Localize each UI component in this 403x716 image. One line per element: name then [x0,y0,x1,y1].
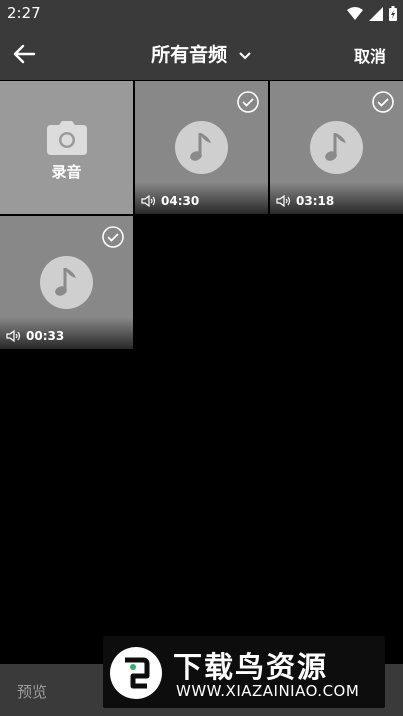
audio-thumbnail [175,121,228,174]
app-bar: 所有音频 取消 [0,28,403,80]
tile-footer: 00:33 [0,317,133,349]
music-note-icon [54,267,76,296]
album-selector[interactable]: 所有音频 [0,40,403,67]
duration-label: 03:18 [276,194,334,208]
signal-icon [369,6,383,21]
speaker-icon [6,330,21,342]
wifi-icon [347,6,363,20]
speaker-icon [276,195,291,207]
audio-thumbnail [310,121,363,174]
status-icons [347,6,397,21]
tile-footer: 04:30 [135,182,268,214]
bird-logo-icon [110,647,162,699]
record-tile[interactable]: 录音 [0,81,133,214]
watermark-name: 下载鸟资源 [173,650,329,684]
record-label: 录音 [51,163,82,181]
speaker-icon [141,195,156,207]
preview-button[interactable]: 预览 [17,681,47,702]
battery-icon [389,6,397,21]
audio-thumbnail [40,256,93,309]
watermark: 下载鸟资源 WWW.XIAZAINIAO.COM [103,636,385,708]
page-title: 所有音频 [151,44,228,66]
duration-text: 04:30 [161,194,200,208]
music-note-icon [324,132,346,161]
duration-text: 00:33 [26,329,65,343]
watermark-url: WWW.XIAZAINIAO.COM [176,682,360,700]
check-circle-icon[interactable] [372,91,394,113]
check-circle-icon[interactable] [102,226,124,248]
duration-text: 03:18 [296,194,335,208]
check-circle-icon[interactable] [237,91,259,113]
camera-icon [46,121,87,155]
record-content: 录音 [0,121,133,182]
music-note-icon [189,132,211,161]
status-time: 2:27 [7,4,41,22]
audio-item[interactable]: 03:18 [270,81,403,214]
status-bar: 2:27 [0,0,403,28]
audio-item[interactable]: 00:33 [0,216,133,349]
duration-label: 00:33 [6,329,64,343]
chevron-down-icon [239,51,251,59]
tile-footer: 03:18 [270,182,403,214]
audio-item[interactable]: 04:30 [135,81,268,214]
duration-label: 04:30 [141,194,199,208]
cancel-button[interactable]: 取消 [354,43,386,67]
